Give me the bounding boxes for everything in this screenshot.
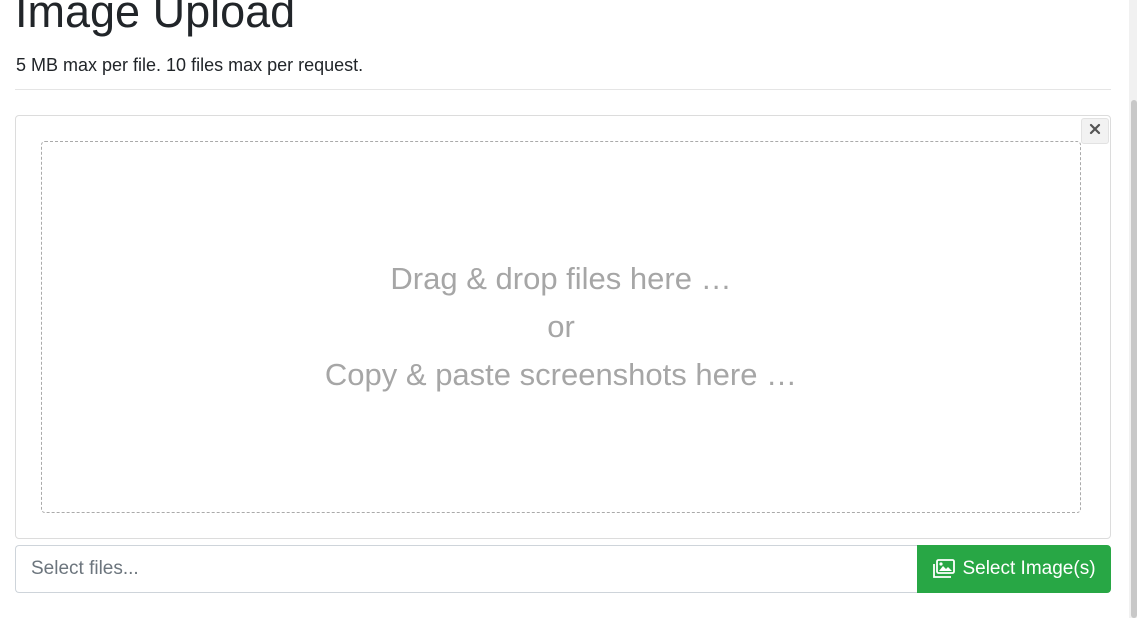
select-images-button[interactable]: Select Image(s)	[917, 545, 1111, 593]
select-images-label: Select Image(s)	[962, 558, 1096, 579]
upload-limits-text: 5 MB max per file. 10 files max per requ…	[16, 55, 364, 75]
file-name-field[interactable]	[15, 545, 918, 593]
drop-zone[interactable]: Drag & drop files here … or Copy & paste…	[41, 141, 1081, 513]
drop-zone-or-text: or	[547, 309, 575, 344]
image-upload-page: Image Upload 5 MB max per file. 10 files…	[0, 0, 1137, 618]
header-divider	[15, 89, 1111, 90]
drop-zone-paste-text: Copy & paste screenshots here …	[324, 357, 798, 392]
close-button[interactable]	[1081, 118, 1109, 144]
page-title: Image Upload	[15, 0, 296, 37]
images-icon	[932, 559, 956, 579]
drop-zone-drag-text: Drag & drop files here …	[390, 261, 732, 296]
page-scrollbar-thumb[interactable]	[1131, 100, 1137, 618]
close-icon	[1089, 122, 1101, 140]
